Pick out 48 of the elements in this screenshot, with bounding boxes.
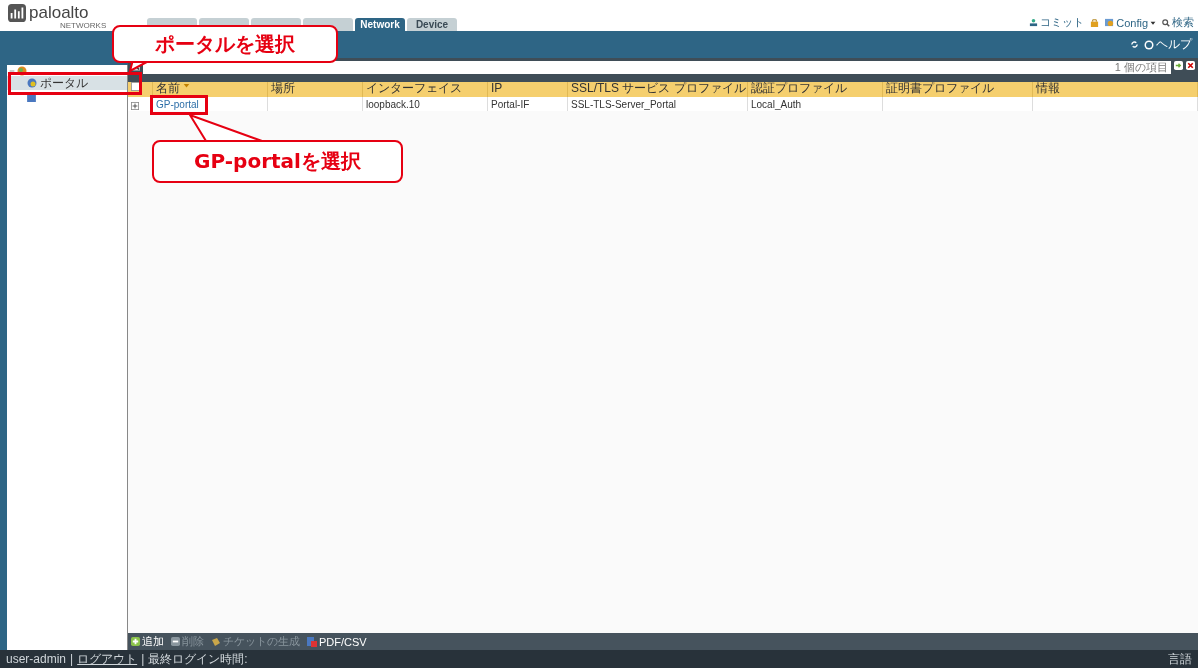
logout-link[interactable]: ログアウト (77, 650, 138, 668)
tab[interactable]: Device (407, 18, 457, 31)
lock-icon (1090, 18, 1100, 27)
column-header[interactable]: IP (488, 82, 568, 97)
last-login-label: 最終ログイン時間: (148, 650, 248, 668)
table-cell: Portal-IF (488, 97, 568, 111)
column-header[interactable]: 名前 (153, 82, 268, 97)
logo-subtitle: NETWORKS (60, 21, 107, 30)
logo-icon (8, 3, 26, 22)
search-link[interactable]: 検索 (1162, 15, 1194, 30)
table-cell: SSL-TLS-Server_Portal (568, 97, 748, 111)
username: user-admin (6, 652, 67, 666)
highlight-frame (150, 95, 208, 115)
column-header[interactable]: 場所 (268, 82, 363, 97)
column-header[interactable]: 認証プロファイル (748, 82, 883, 97)
caret-icon (1150, 19, 1156, 26)
commit-link[interactable]: コミット (1029, 15, 1085, 30)
separator: | (141, 652, 145, 666)
column-header[interactable]: 証明書プロファイル (883, 82, 1033, 97)
help-icon (1144, 39, 1154, 50)
collapse-icon (9, 68, 15, 74)
apply-filter-icon (1174, 61, 1183, 70)
search-icon (1162, 18, 1170, 27)
toolbar-button[interactable]: PDF/CSV (307, 635, 367, 648)
column-header[interactable]: SSL/TLS サービス プロファイル (568, 82, 748, 97)
toolbar-button[interactable]: 追加 (131, 634, 164, 649)
config-menu[interactable]: Config (1105, 16, 1156, 29)
document-icon (307, 636, 317, 647)
minus-icon (171, 637, 180, 646)
separator: | (70, 652, 74, 666)
globe-icon (27, 78, 37, 88)
language-link[interactable]: 言語 (1168, 650, 1192, 668)
portal-link[interactable]: GP-portal (156, 99, 199, 110)
table-cell: Local_Auth (748, 97, 883, 111)
table-cell: loopback.10 (363, 97, 488, 111)
tree-item[interactable]: ポータル (7, 76, 127, 90)
help-link[interactable]: ヘルプ (1144, 36, 1192, 53)
config-icon (1105, 18, 1115, 27)
ticket-icon (211, 636, 221, 647)
logo-text: paloalto (29, 2, 89, 23)
refresh-icon (1130, 40, 1139, 49)
column-header[interactable]: インターフェイス (363, 82, 488, 97)
tab[interactable]: Network (355, 18, 405, 31)
column-header[interactable]: 情報 (1033, 82, 1198, 97)
plus-icon (131, 637, 140, 646)
commit-icon (1029, 18, 1039, 27)
close-icon (1186, 61, 1195, 70)
checkbox-icon (131, 82, 140, 91)
